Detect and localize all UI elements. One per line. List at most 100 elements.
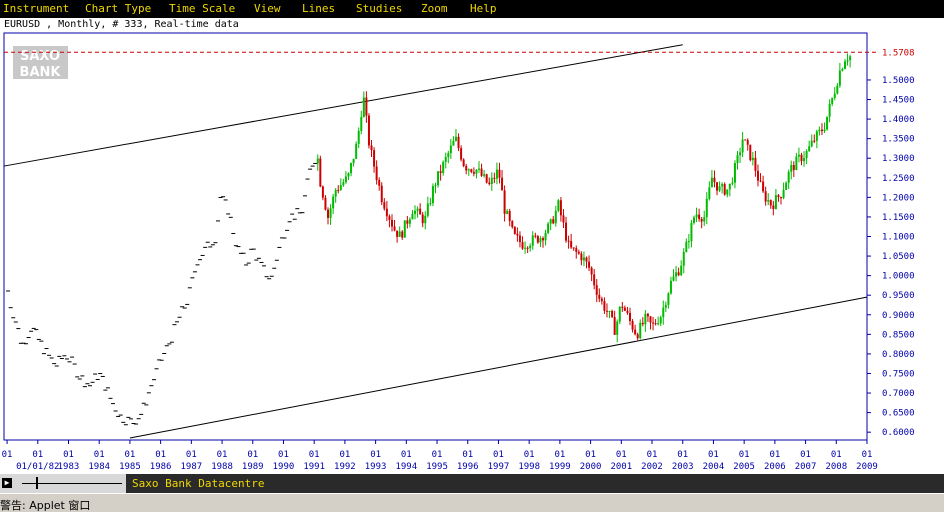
candle-body xyxy=(431,186,434,204)
candle-body xyxy=(449,145,452,154)
x-tick-year: 1995 xyxy=(426,462,448,472)
candle-body xyxy=(846,60,849,62)
candle-body xyxy=(416,208,419,211)
candle-body xyxy=(843,61,846,69)
candle-body xyxy=(403,220,406,238)
candle-body xyxy=(460,148,463,160)
candle xyxy=(513,225,516,235)
candle xyxy=(319,155,322,188)
candle-body xyxy=(421,214,424,224)
x-tick-year: 1993 xyxy=(365,462,387,472)
menu-studies[interactable]: Studies xyxy=(356,2,402,15)
candle-body xyxy=(805,151,808,159)
candle-body xyxy=(580,253,583,261)
x-tick-year: 1997 xyxy=(488,462,510,472)
candle-body xyxy=(426,203,429,216)
candle xyxy=(723,182,726,196)
candle xyxy=(367,113,370,149)
candle-body xyxy=(442,162,445,173)
x-tick-year: 1989 xyxy=(242,462,264,472)
y-tick-label: 0.8000 xyxy=(882,350,915,360)
x-tick-year: 1999 xyxy=(549,462,571,472)
candle-body xyxy=(396,230,399,237)
candle-body xyxy=(746,140,749,145)
menu-instrument[interactable]: Instrument xyxy=(3,2,69,15)
play-icon[interactable]: ▶ xyxy=(2,478,12,488)
candle-body xyxy=(524,247,527,249)
candle-body xyxy=(785,182,788,190)
y-tick-label: 1.4000 xyxy=(882,115,915,125)
menu-help[interactable]: Help xyxy=(470,2,497,15)
candle-body xyxy=(547,223,550,233)
x-tick-year: 2009 xyxy=(856,462,878,472)
candle-body xyxy=(682,251,685,266)
price-chart[interactable]: SAXO BANK 1.5000 1.4500 1.4000 1.3500 1.3000… xyxy=(0,32,944,474)
menu-chart-type[interactable]: Chart Type xyxy=(85,2,151,15)
candle-body xyxy=(739,152,742,156)
candle-body xyxy=(621,306,624,308)
menu-zoom[interactable]: Zoom xyxy=(421,2,448,15)
candle-body xyxy=(769,200,772,206)
logo-line-1: SAXO xyxy=(20,49,60,64)
candle-body xyxy=(390,219,393,227)
candle-body xyxy=(370,145,373,151)
x-tick-year: 1996 xyxy=(457,462,479,472)
candle-body xyxy=(439,171,442,173)
candle-body xyxy=(575,248,578,252)
x-tick-month: 01 xyxy=(94,450,105,460)
candle-body xyxy=(554,210,557,224)
candle-body xyxy=(355,143,358,159)
candle-body xyxy=(347,173,350,177)
candle-body xyxy=(823,129,826,132)
candle-body xyxy=(623,307,626,311)
candle-body xyxy=(685,241,688,252)
x-tick-year: 2001 xyxy=(610,462,632,472)
status-bar: 警告: Applet 窗口 xyxy=(0,493,944,512)
menu-view[interactable]: View xyxy=(254,2,281,15)
candle-body xyxy=(483,174,486,176)
x-tick-year: 2008 xyxy=(825,462,847,472)
scroll-slider-knob[interactable] xyxy=(36,477,38,489)
y-tick-label: 0.9500 xyxy=(882,291,915,301)
candle-body xyxy=(478,168,481,170)
y-tick-label: 1.1000 xyxy=(882,233,915,243)
y-tick-label: 1.3000 xyxy=(882,154,915,164)
x-tick-month: 01 xyxy=(554,450,565,460)
candle-body xyxy=(705,198,708,218)
candle-body xyxy=(406,220,409,224)
x-tick-year: 2003 xyxy=(672,462,694,472)
candle-body xyxy=(398,231,401,237)
x-tick-month: 01 xyxy=(278,450,289,460)
candle-body xyxy=(736,155,739,164)
candle-body xyxy=(319,158,322,187)
menu-time-scale[interactable]: Time Scale xyxy=(169,2,235,15)
candle-body xyxy=(321,186,324,198)
candle-body xyxy=(472,171,475,174)
candle-body xyxy=(698,214,701,219)
candle-body xyxy=(562,215,565,223)
x-tick-year: 2007 xyxy=(795,462,817,472)
candle-body xyxy=(803,158,806,162)
candle-body xyxy=(408,219,411,224)
candle-body xyxy=(350,163,353,174)
candle-body xyxy=(488,182,491,185)
candle-body xyxy=(767,200,770,202)
candle-body xyxy=(327,209,330,218)
candle-body xyxy=(462,159,465,167)
x-tick-year: 1998 xyxy=(518,462,540,472)
x-tick-month: 01 xyxy=(616,450,627,460)
candle-body xyxy=(675,272,678,277)
candle-body xyxy=(703,217,706,222)
y-tick-label: 1.0000 xyxy=(882,272,915,282)
x-tick-month: 01 xyxy=(462,450,473,460)
candle-body xyxy=(470,169,473,172)
candle-body xyxy=(726,189,729,195)
candle xyxy=(826,116,829,131)
candle-body xyxy=(337,189,340,191)
candle-body xyxy=(339,185,342,190)
candle-body xyxy=(652,322,655,324)
menu-lines[interactable]: Lines xyxy=(302,2,335,15)
candle-body xyxy=(721,184,724,187)
candle xyxy=(547,221,550,235)
candle-body xyxy=(833,93,836,99)
